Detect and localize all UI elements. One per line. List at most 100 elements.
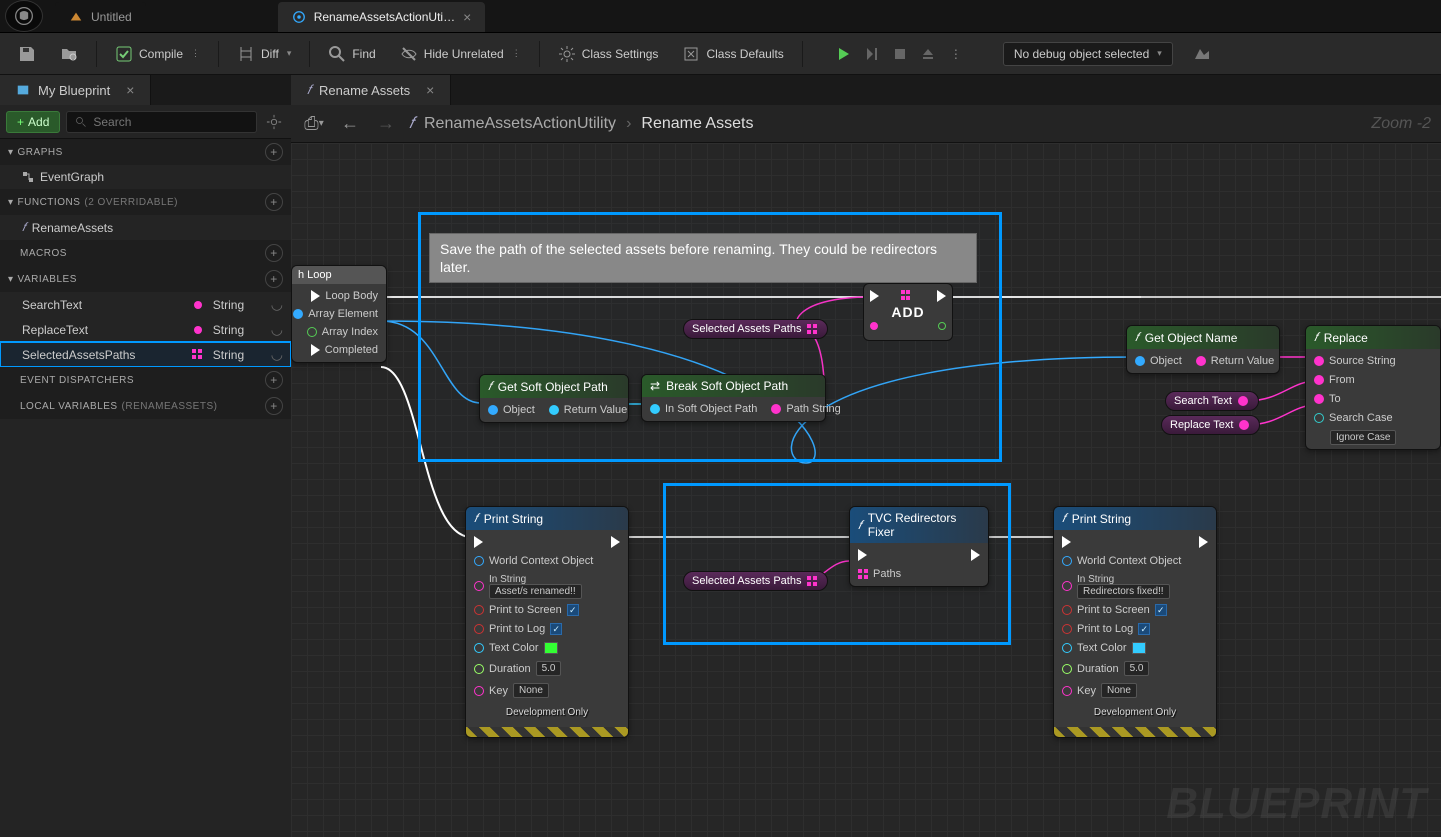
add-dispatcher-button[interactable]: + [265, 371, 283, 389]
node-print-string-2[interactable]: 𝑓Print String World Context Object In St… [1053, 506, 1217, 738]
chevron-down-icon[interactable]: ⋮ [512, 48, 521, 59]
compile-button[interactable]: Compile ⋮ [105, 39, 210, 69]
string-pin[interactable] [474, 581, 484, 591]
visibility-icon[interactable]: ◡ [271, 321, 283, 338]
nav-back-button[interactable]: ← [337, 111, 363, 137]
add-variable-button[interactable]: + [265, 270, 283, 288]
bool-pin[interactable] [1062, 624, 1072, 634]
tab-untitled[interactable]: Untitled [55, 2, 146, 32]
array-pin-icon[interactable] [807, 324, 817, 334]
array-pin-icon[interactable] [901, 290, 915, 300]
breadcrumb-current[interactable]: Rename Assets [641, 115, 753, 133]
bool-pin[interactable] [1062, 605, 1072, 615]
string-pin[interactable] [1239, 420, 1249, 430]
bool-pin[interactable] [474, 624, 484, 634]
tree-item-eventgraph[interactable]: EventGraph [0, 165, 291, 189]
breadcrumb-parent[interactable]: RenameAssetsActionUtility [424, 115, 616, 133]
exec-in-pin[interactable] [870, 290, 879, 302]
section-macros[interactable]: MACROS + [0, 240, 291, 266]
color-swatch[interactable] [1132, 642, 1146, 654]
string-pin[interactable] [1314, 375, 1324, 385]
node-print-string-1[interactable]: 𝑓Print String World Context Object In St… [465, 506, 629, 738]
hide-unrelated-button[interactable]: Hide Unrelated ⋮ [390, 39, 531, 69]
graph-canvas[interactable]: ⎙▾ ← → 𝑓 RenameAssetsActionUtility › Ren… [291, 105, 1441, 837]
string-value[interactable]: Redirectors fixed!! [1077, 584, 1170, 599]
float-pin[interactable] [474, 664, 484, 674]
string-pin[interactable] [1314, 394, 1324, 404]
bool-pin[interactable] [474, 605, 484, 615]
int-pin[interactable] [307, 327, 317, 337]
play-button[interactable] [831, 41, 857, 67]
float-value[interactable]: 5.0 [536, 661, 562, 676]
node-foreach-loop[interactable]: h Loop Loop Body Array Element Array Ind… [291, 265, 387, 363]
enum-value[interactable]: Ignore Case [1330, 430, 1396, 445]
browse-button[interactable] [50, 39, 88, 69]
string-pin[interactable] [1062, 581, 1072, 591]
var-selectedassetspaths[interactable]: SelectedAssetsPaths String ◡ [0, 342, 291, 367]
name-pin[interactable] [1062, 686, 1072, 696]
section-event-dispatchers[interactable]: EVENT DISPATCHERS + [0, 367, 291, 393]
class-defaults-button[interactable]: Class Defaults [672, 39, 793, 69]
diff-button[interactable]: Diff ▾ [227, 39, 301, 69]
exec-out-pin[interactable] [937, 290, 946, 302]
node-get-soft-object-path[interactable]: 𝑓Get Soft Object Path Object Return Valu… [479, 374, 629, 423]
node-array-add[interactable]: ADD [863, 283, 953, 341]
tree-item-renameassets[interactable]: 𝑓 RenameAssets [0, 215, 291, 240]
string-pin[interactable] [1196, 356, 1206, 366]
node-break-soft-object-path[interactable]: ⇄Break Soft Object Path In Soft Object P… [641, 374, 826, 422]
search-box[interactable] [66, 111, 257, 133]
var-node-selected-assets-paths-2[interactable]: Selected Assets Paths [683, 571, 828, 591]
color-pin[interactable] [474, 643, 484, 653]
enum-pin[interactable] [1314, 413, 1324, 423]
close-icon[interactable]: × [426, 82, 434, 98]
close-icon[interactable]: × [126, 82, 134, 98]
float-pin[interactable] [1062, 664, 1072, 674]
name-pin[interactable] [474, 686, 484, 696]
array-pin-icon[interactable] [807, 576, 817, 586]
object-pin[interactable] [1062, 556, 1072, 566]
string-value[interactable]: Asset/s renamed!! [489, 584, 582, 599]
string-pin[interactable] [1314, 356, 1324, 366]
var-searchtext[interactable]: SearchText String ◡ [0, 292, 291, 317]
exec-out-pin[interactable] [971, 549, 980, 561]
visibility-icon[interactable]: ◡ [271, 346, 283, 363]
var-node-selected-assets-paths[interactable]: Selected Assets Paths [683, 319, 828, 339]
add-local-var-button[interactable]: + [265, 397, 283, 415]
node-get-object-name[interactable]: 𝑓Get Object Name Object Return Value [1126, 325, 1280, 374]
add-macro-button[interactable]: + [265, 244, 283, 262]
checkbox[interactable] [550, 623, 562, 635]
search-input[interactable] [93, 115, 248, 129]
object-pin[interactable] [474, 556, 484, 566]
object-pin[interactable] [488, 405, 498, 415]
struct-pin[interactable] [549, 405, 559, 415]
name-value[interactable]: None [1101, 683, 1137, 698]
save-button[interactable] [8, 39, 46, 69]
var-node-replace-text[interactable]: Replace Text [1161, 415, 1260, 435]
nav-forward-button[interactable]: → [373, 111, 399, 137]
section-variables[interactable]: ▾ VARIABLES + [0, 266, 291, 292]
tab-rename-assets-graph[interactable]: 𝑓 Rename Assets × [291, 75, 451, 105]
struct-pin[interactable] [650, 404, 660, 414]
checkbox[interactable] [567, 604, 579, 616]
find-button[interactable]: Find [318, 39, 385, 69]
name-value[interactable]: None [513, 683, 549, 698]
add-function-button[interactable]: + [265, 193, 283, 211]
visibility-icon[interactable]: ◡ [271, 296, 283, 313]
node-tvc-redirectors-fixer[interactable]: 𝑓TVC Redirectors Fixer Paths [849, 506, 989, 587]
exec-in-pin[interactable] [1062, 536, 1071, 548]
checkbox[interactable] [1138, 623, 1150, 635]
eject-button[interactable] [915, 41, 941, 67]
color-pin[interactable] [1062, 643, 1072, 653]
object-pin[interactable] [1135, 356, 1145, 366]
object-pin[interactable] [293, 309, 303, 319]
int-pin[interactable] [938, 322, 946, 330]
add-graph-button[interactable]: + [265, 143, 283, 161]
exec-in-pin[interactable] [474, 536, 483, 548]
locate-button[interactable] [1183, 39, 1221, 69]
step-button[interactable] [859, 41, 885, 67]
add-button[interactable]: +Add [6, 111, 60, 133]
graph-menu-button[interactable]: ⎙▾ [301, 111, 327, 137]
section-local-variables[interactable]: LOCAL VARIABLES (RENAMEASSETS) + [0, 393, 291, 419]
exec-pin[interactable] [311, 290, 320, 302]
exec-in-pin[interactable] [858, 549, 867, 561]
